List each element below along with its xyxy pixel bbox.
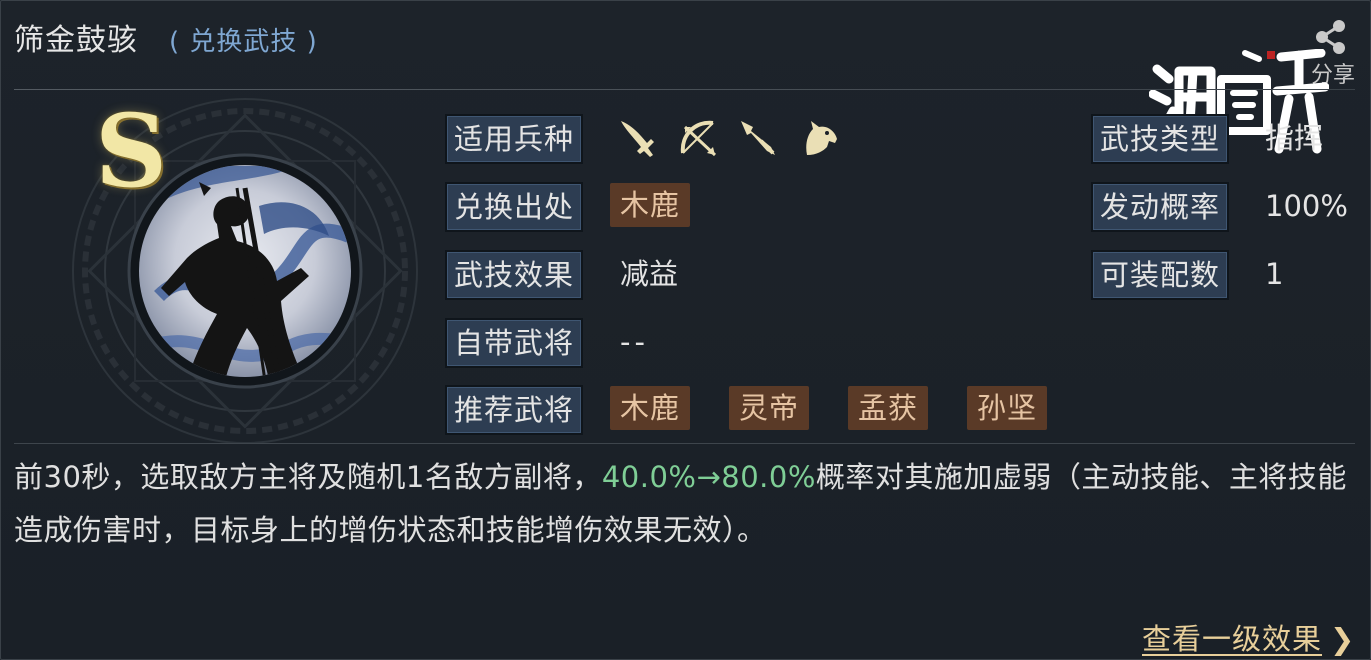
recommended-general-chip[interactable]: 孙坚 xyxy=(967,386,1048,430)
description-text: 前30秒，选取敌方主将及随机1名敌方副将， xyxy=(14,460,602,494)
skill-subtitle: ( 兑换武技 ) xyxy=(169,27,318,57)
troop-types-key: 适用兵种 xyxy=(445,114,584,164)
section-divider xyxy=(14,443,1355,444)
equip-count-key: 可装配数 xyxy=(1091,250,1230,300)
skill-grade: S xyxy=(95,92,168,210)
description-highlight: 40.0%→80.0% xyxy=(601,460,816,494)
own-general-value: -- xyxy=(620,325,649,359)
trigger-rate-value: 100% xyxy=(1265,189,1348,223)
chevron-right-icon: ❯ xyxy=(1330,622,1356,656)
trigger-rate-key: 发动概率 xyxy=(1091,182,1230,232)
spear-icon xyxy=(741,121,775,155)
skill-type-key: 武技类型 xyxy=(1091,114,1230,164)
header-divider xyxy=(14,89,1355,90)
recommended-key: 推荐武将 xyxy=(445,385,584,435)
sword-infantry-icon xyxy=(621,121,654,157)
recommended-general-chip[interactable]: 木鹿 xyxy=(610,386,691,430)
equip-count-value: 1 xyxy=(1265,257,1284,291)
effect-value: 减益 xyxy=(620,257,679,291)
skill-card: 筛金鼓骇 ( 兑换武技 ) 分享 S 适用兵种 兑换出处 木鹿 武技效果 减益 … xyxy=(0,0,1371,660)
source-chip[interactable]: 木鹿 xyxy=(610,183,691,227)
skill-description: 前30秒，选取敌方主将及随机1名敌方副将，40.0%→80.0%概率对其施加虚弱… xyxy=(14,451,1354,557)
bow-archer-icon xyxy=(680,120,717,157)
skill-title: 筛金鼓骇 xyxy=(14,23,138,58)
horse-cavalry-icon xyxy=(806,121,837,155)
own-general-key: 自带武将 xyxy=(445,318,584,368)
source-key: 兑换出处 xyxy=(445,182,584,232)
recommended-general-chip[interactable]: 灵帝 xyxy=(729,386,810,430)
recommended-general-chip[interactable]: 孟获 xyxy=(848,386,929,430)
view-level1-effect-label: 查看一级效果 xyxy=(1142,622,1323,656)
view-level1-effect-link[interactable]: 查看一级效果 ❯ xyxy=(1142,616,1355,658)
effect-key: 武技效果 xyxy=(445,250,584,300)
skill-type-value: 指挥 xyxy=(1265,121,1324,155)
